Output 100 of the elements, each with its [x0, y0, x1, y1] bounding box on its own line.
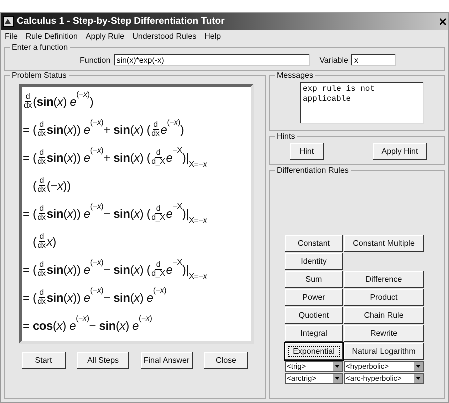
exponent: (−x) [167, 118, 180, 127]
exponent: (−x) [90, 286, 104, 295]
exponent: (−x) [76, 90, 90, 99]
close-icon[interactable] [440, 18, 446, 26]
math-text: (sin(x) e [33, 94, 77, 108]
math-text: ( [33, 234, 37, 248]
action-button[interactable]: Start [22, 352, 66, 369]
group-title: Differentiation Rules [276, 166, 350, 175]
menu-item[interactable]: File [5, 32, 18, 41]
math-text: )| [182, 150, 190, 164]
window-title: Calculus 1 - Step-by-Step Differentiation Tutor [17, 16, 226, 27]
field-label: Function [80, 56, 111, 64]
menu-item[interactable]: Understood Rules [132, 32, 197, 41]
exponent: (−x) [90, 118, 104, 127]
group-title: Hints [276, 132, 296, 141]
derivative-fraction: d d_X [152, 149, 166, 166]
message-text: exp rule is not applicable [300, 82, 424, 124]
math-text: − sin(x) ( [104, 206, 151, 220]
math-text: sin(x)) e [46, 262, 90, 276]
exponent: (−x) [139, 314, 152, 323]
group-title: Messages [276, 71, 314, 80]
derivative-fraction: d d_X [152, 205, 166, 222]
math-text: = ( [23, 122, 37, 136]
derivative-fraction: d dx [38, 177, 46, 194]
math-text: + sin(x) ( [104, 122, 151, 136]
math-text: = ( [23, 150, 37, 164]
math-text: (−x)) [46, 178, 71, 192]
math-text: ) [90, 94, 94, 108]
rule-button[interactable]: Natural Logarithm [344, 343, 424, 360]
math-text: sin(x)) e [46, 122, 90, 136]
math-text: − sin(x) e [89, 318, 140, 332]
rule-button[interactable]: Difference [344, 271, 424, 288]
math-text: ) [180, 122, 184, 136]
rule-button[interactable]: Rewrite [344, 325, 424, 342]
derivative-fraction: d dx [38, 289, 46, 306]
math-text: = cos(x) e [23, 318, 76, 332]
rule-button[interactable]: Integral [285, 325, 343, 342]
group-title: Problem Status [11, 71, 68, 80]
exponent: (−x) [153, 286, 167, 295]
derivative-fraction: d dx [24, 93, 32, 110]
exponent: −X [172, 146, 182, 155]
exponent: −X [172, 258, 182, 267]
action-button[interactable]: All Steps [77, 352, 130, 369]
variable-field[interactable]: x [351, 54, 396, 66]
rule-button[interactable]: Exponential [285, 343, 343, 360]
rule-button[interactable]: Chain Rule [344, 307, 424, 324]
substitution: X=−x [189, 272, 208, 281]
math-text: e [166, 262, 173, 276]
exponent: −X [172, 202, 182, 211]
math-text: e [160, 122, 168, 136]
substitution: X=−x [189, 160, 208, 169]
menu-item[interactable]: Rule Definition [26, 32, 78, 41]
math-text: ( [33, 178, 37, 192]
rule-button[interactable]: Sum [285, 271, 343, 288]
app-icon [3, 16, 14, 27]
rule-button[interactable]: Power [285, 289, 343, 306]
menu-item[interactable]: Apply Rule [86, 32, 125, 41]
exponent: (−x) [90, 146, 104, 155]
dropdown-arrow-icon [333, 374, 342, 383]
math-text: + sin(x) ( [104, 150, 151, 164]
math-text: x) [46, 234, 56, 248]
rule-button[interactable]: Identity [285, 253, 343, 270]
derivative-fraction: d dx [38, 121, 46, 138]
derivative-fraction: d dx [38, 149, 46, 166]
substitution: X=−x [189, 216, 208, 225]
math-text: sin(x)) e [46, 290, 90, 304]
math-text: sin(x)) e [46, 150, 90, 164]
exponent: (−x) [90, 258, 104, 267]
rule-button[interactable]: Constant [285, 235, 343, 252]
dropdown-arrow-icon [333, 362, 342, 371]
derivative-fraction: d dx [38, 233, 46, 250]
math-text: e [166, 206, 173, 220]
dropdown-arrow-icon [414, 362, 423, 371]
math-text: e [166, 150, 173, 164]
action-button[interactable]: Close [204, 352, 248, 369]
math-text: = ( [23, 206, 37, 220]
field-label: Variable [320, 56, 348, 64]
exponent: (−x) [76, 314, 90, 323]
derivative-fraction: d d_X [152, 261, 166, 278]
derivative-fraction: d dx [38, 205, 46, 222]
menu-item[interactable]: Help [204, 32, 222, 41]
math-text: − sin(x) ( [104, 262, 151, 276]
derivative-fraction: d dx [152, 121, 160, 138]
math-text: = ( [23, 290, 37, 304]
math-text: )| [182, 262, 190, 276]
function-field[interactable]: sin(x)*exp(-x) [114, 54, 310, 66]
math-text: )| [182, 206, 190, 220]
rule-button[interactable]: Product [344, 289, 424, 306]
exponent: (−x) [90, 202, 104, 211]
math-text: sin(x)) e [46, 206, 90, 220]
derivative-fraction: d dx [38, 261, 46, 278]
group-title: Enter a function [11, 43, 70, 52]
action-button[interactable]: Final Answer [140, 352, 193, 369]
math-text: − sin(x) e [104, 290, 154, 304]
dropdown-arrow-icon [414, 374, 423, 383]
rule-button[interactable]: Constant Multiple [344, 235, 424, 252]
math-text: = ( [23, 262, 37, 276]
rule-button[interactable]: Quotient [285, 307, 343, 324]
hint-button[interactable]: Apply Hint [373, 143, 427, 160]
hint-button[interactable]: Hint [290, 143, 324, 160]
